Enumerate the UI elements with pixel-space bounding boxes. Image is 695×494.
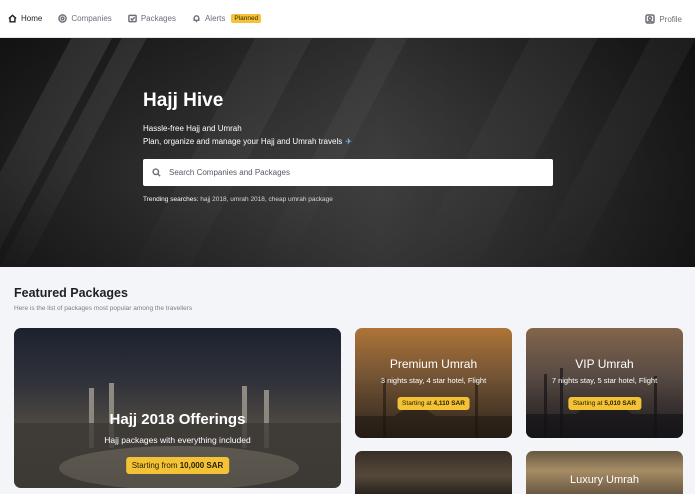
nav-home-label: Home (21, 14, 43, 23)
trending-searches: Trending searches: hajj 2018, umrah 2018… (143, 196, 333, 203)
price-prefix: Starting from (131, 461, 178, 470)
card-title: Premium Umrah (389, 357, 478, 371)
card-title: Hajj 2018 Offerings (109, 411, 246, 428)
planned-badge: Planned (231, 14, 262, 23)
nav-alerts-label: Alerts (204, 14, 226, 23)
packages-icon (127, 14, 137, 23)
profile-icon (645, 14, 656, 24)
price-value: 5,010 SAR (604, 400, 637, 407)
featured-subtitle: Here is the list of packages most popula… (14, 305, 193, 312)
hero-tagline: Plan, organize and manage your Hajj and … (143, 137, 352, 146)
hero-shade (0, 38, 695, 267)
profile-label: Profile (659, 14, 682, 24)
price-badge: Starting from 10,000 SAR (125, 457, 230, 474)
companies-icon (58, 14, 68, 23)
hero-banner: Hajj Hive Hassle-free Hajj and Umrah Pla… (0, 38, 695, 267)
package-card-vip-umrah[interactable]: VIP Umrah 7 nights stay, 5 star hotel, F… (526, 328, 683, 438)
card-title: VIP Umrah (575, 357, 634, 371)
nav-companies[interactable]: Companies (58, 14, 112, 23)
airplane-icon: ✈ (345, 137, 352, 146)
nav-packages-label: Packages (140, 14, 176, 23)
package-card-premium-umrah[interactable]: Premium Umrah 3 nights stay, 4 star hote… (355, 328, 512, 438)
search-box[interactable] (143, 159, 553, 186)
price-prefix: Starting at (572, 400, 603, 407)
nav-packages[interactable]: Packages (127, 14, 176, 23)
search-icon (152, 168, 161, 177)
hero-subtitle: Hassle-free Hajj and Umrah (143, 124, 242, 133)
price-prefix: Starting at (402, 400, 432, 407)
card-description: 7 nights stay, 5 star hotel, Flight (551, 376, 658, 385)
trending-terms[interactable]: hajj 2018, umrah 2018, cheap umrah packa… (200, 196, 333, 203)
hero-title: Hajj Hive (143, 90, 224, 111)
top-nav: Home Companies Packages Alerts Planned P… (0, 0, 695, 38)
card-description: 3 nights stay, 4 star hotel, Flight (380, 376, 487, 385)
search-input[interactable] (169, 168, 529, 177)
price-value: 4,110 SAR (433, 400, 465, 407)
nav-alerts[interactable]: Alerts Planned (192, 14, 262, 23)
nav-companies-label: Companies (71, 14, 112, 23)
price-badge: Starting at 4,110 SAR (397, 397, 470, 410)
card-overlay (355, 451, 512, 494)
featured-title: Featured Packages (14, 286, 128, 300)
price-badge: Starting at 5,010 SAR (567, 397, 642, 410)
package-card-3[interactable] (355, 451, 512, 494)
card-title: Luxury Umrah (569, 474, 640, 486)
home-icon (8, 14, 17, 23)
package-card-hajj-2018[interactable]: Hajj 2018 Offerings Hajj packages with e… (14, 328, 341, 488)
bell-icon (193, 15, 200, 23)
trending-label: Trending searches: (143, 196, 199, 203)
nav-profile[interactable]: Profile (645, 0, 682, 38)
nav-home[interactable]: Home (8, 14, 42, 23)
package-card-luxury-umrah[interactable]: Luxury Umrah (526, 451, 683, 494)
hero-tagline-text: Plan, organize and manage your Hajj and … (143, 137, 343, 146)
card-overlay (526, 451, 683, 494)
card-description: Hajj packages with everything included (104, 435, 251, 445)
price-value: 10,000 SAR (179, 461, 224, 470)
